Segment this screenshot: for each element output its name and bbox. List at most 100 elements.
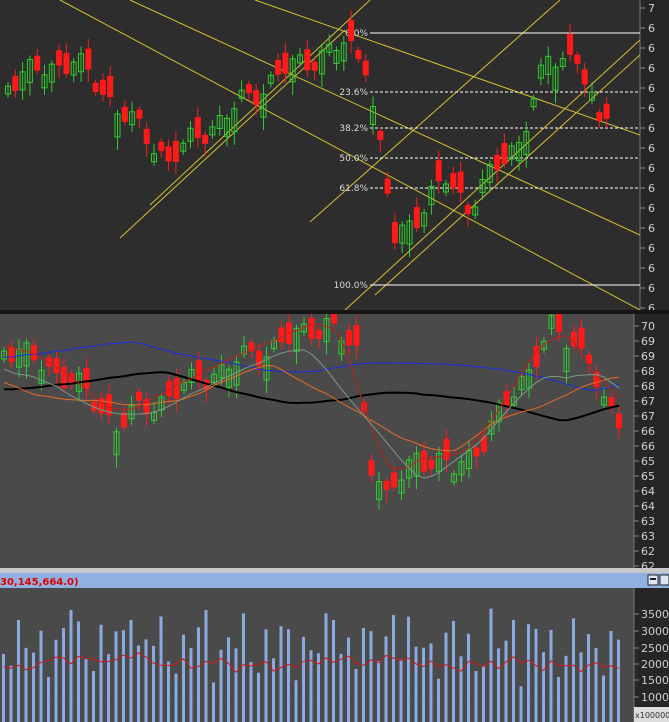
volume-bar [489,608,493,722]
candle-body [165,146,172,162]
candle-body [173,377,180,399]
candle-body [8,347,15,363]
volume-tick-label: 3000 [641,625,669,638]
volume-bar [137,645,140,722]
panel-separator [0,310,669,314]
candle-body [391,222,398,244]
volume-tick-label: 3500 [641,608,669,621]
volume-bar [444,632,448,722]
volume-bar [107,654,110,722]
ma-tick-label: 65 [641,470,655,483]
ma-tick-label: 62 [641,545,655,558]
candle-body [31,345,37,361]
volume-bar [129,620,133,722]
candle-body [99,79,106,95]
candle-body [355,50,362,60]
ma-tick-label: 63 [641,530,655,543]
volume-bar [579,652,583,722]
candle-body [196,360,202,382]
fib-level-label: 38.2% [339,124,368,134]
volume-bar [504,640,508,722]
volume-bar [534,628,538,722]
candle-body [311,61,318,71]
ma-tick-label: 65 [641,455,655,468]
price-tick-label: 6 [648,162,655,175]
candle-body [136,391,142,401]
candle-body [494,154,501,170]
candle-body [83,367,90,389]
ma-tick-label: 69 [641,350,655,363]
volume-bar [84,659,88,722]
volume-tick-label: 2000 [641,658,669,671]
volume-bar [77,621,80,722]
candle-body [450,173,457,189]
ma-tick-label: 67 [641,410,655,423]
volume-bar [474,671,478,722]
candle-body [121,106,128,122]
candle-body [278,327,285,343]
volume-bar [287,629,290,722]
volume-tick-label: 1500 [641,674,669,687]
volume-bar [324,613,328,722]
ma-tick-label: 69 [641,335,655,348]
volume-bar [24,647,28,722]
volume-bar [69,610,73,722]
volume-bar [594,648,598,722]
candle-body [608,397,615,407]
price-tick-label: 6 [648,142,655,155]
volume-bar [9,665,13,722]
fib-level-label: 23.6% [339,88,368,98]
candle-body [348,20,355,42]
price-tick-label: 6 [648,22,655,35]
volume-bar [92,671,95,722]
candle-body [316,329,322,339]
candle-body [158,141,165,151]
volume-bar [122,630,125,722]
ma-tick-label: 70 [641,320,655,333]
candle-body [596,112,603,122]
candle-body [308,317,315,339]
candle-body [275,59,282,75]
volume-bar [249,661,253,722]
candle-body [282,52,289,74]
volume-bar [54,639,58,722]
volume-bar [452,620,455,722]
candle-body [457,171,464,193]
volume-bar [339,653,343,722]
price-tick-label: 6 [648,202,655,215]
volume-bar [617,639,620,722]
ma-tick-label: 67 [641,395,655,408]
candle-body [428,459,435,469]
candle-body [571,331,577,347]
volume-tick-label: 2500 [641,642,669,655]
volume-header [0,573,669,588]
price-tick-label: 6 [648,242,655,255]
volume-bar [587,634,590,722]
fib-level-label: 50.0% [339,154,368,164]
candle-body [362,60,369,76]
volume-tick-label: 1000 [641,691,669,704]
volume-bar [114,631,118,722]
candle-body [245,84,252,94]
stock-chart: 0.0%23.6%38.2%50.0%61.8%100.0% 766666666… [0,0,669,722]
price-tick-label: 6 [648,82,655,95]
volume-bar [429,643,433,722]
volume-bar [144,639,148,722]
volume-bar [182,634,185,722]
candle-body [435,160,442,182]
candle-body [202,134,209,144]
volume-bar [527,624,530,722]
price-tick-label: 6 [648,182,655,195]
volume-bar [422,647,425,722]
candle-body [603,103,610,119]
close-button[interactable] [659,574,669,586]
candle-body [56,50,63,66]
ma-tick-label: 63 [641,515,655,528]
price-tick-label: 6 [648,222,655,235]
candle-body [503,391,510,407]
volume-bar [354,669,358,722]
volume-bar [482,665,485,722]
candle-body [368,460,375,476]
volume-bar [272,658,275,722]
volume-bar [2,654,5,722]
